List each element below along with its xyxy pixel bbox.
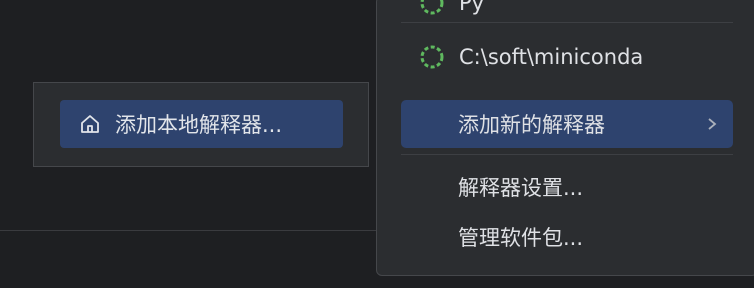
loading-spinner-icon	[420, 45, 444, 69]
menu-item-packages-label: 管理软件包...	[458, 226, 584, 250]
menu-item-manage-packages[interactable]: 管理软件包...	[401, 213, 733, 261]
menu-item-miniconda[interactable]: C:\soft\miniconda	[401, 33, 733, 81]
menu-item-interpreter-settings[interactable]: 解释器设置...	[401, 163, 733, 211]
menu-item-add-new-label: 添加新的解释器	[458, 113, 605, 137]
menu-item-add-new-interpreter[interactable]: 添加新的解释器	[401, 100, 733, 148]
interpreter-popup-menu: Py C:\soft\miniconda 添加新的解释器 解释器设置... 管理…	[376, 0, 754, 276]
bottom-strip	[0, 230, 377, 288]
menu-separator	[401, 22, 733, 23]
add-local-interpreter-label: 添加本地解释器...	[115, 113, 283, 137]
chevron-right-icon	[705, 114, 719, 139]
menu-item-python-label: Py	[459, 0, 485, 15]
home-icon	[79, 110, 107, 138]
menu-separator	[401, 154, 733, 155]
menu-item-settings-label: 解释器设置...	[458, 176, 584, 200]
add-local-interpreter-button[interactable]: 添加本地解释器...	[60, 100, 343, 148]
menu-item-miniconda-label: C:\soft\miniconda	[459, 45, 644, 69]
loading-spinner-icon	[420, 0, 444, 15]
interpreter-tooltip-panel: 添加本地解释器...	[33, 82, 369, 167]
